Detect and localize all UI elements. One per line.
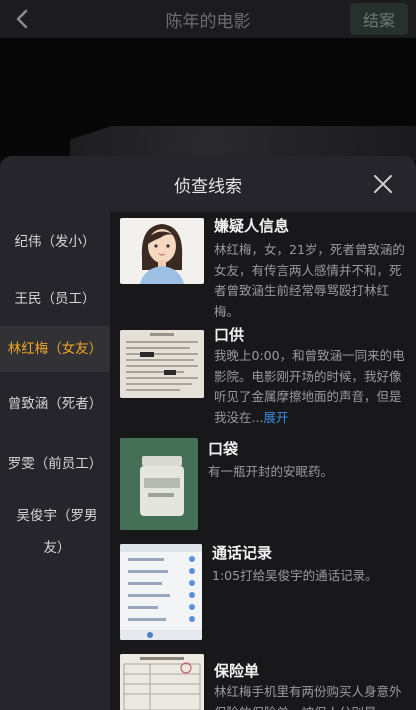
sidebar-item-wujunyu[interactable]: 吴俊宇（罗男友） [0,492,110,574]
clue-title: 口袋 [208,440,239,458]
clue-card[interactable]: 嫌疑人信息 林红梅，女，21岁，死者曾致涵的女友，有传言两人感情并不和，死者曾致… [120,217,410,319]
expand-link[interactable]: 展开 [263,410,288,425]
clue-description: 有一瓶开封的安眠药。 [208,464,334,479]
clue-title: 口供 [214,326,245,344]
scene-background [0,38,416,160]
sidebar-item-label: 吴俊宇（罗男友） [16,508,98,556]
sidebar-item-label: 纪伟（发小） [14,233,96,250]
close-icon [374,175,392,193]
sidebar-item-label: 王民（员工） [14,290,96,307]
sidebar-item-linhongmei[interactable]: 林红梅（女友） [0,326,110,372]
scene-wall [70,126,416,160]
insurance-form-image [120,654,204,710]
clue-card[interactable]: 通话记录 1:05打给吴俊宇的通话记录。 [120,544,410,644]
pill-bottle-image [120,438,198,530]
panel-title: 侦查线索 [174,176,242,197]
sidebar-item-luowen[interactable]: 罗雯（前员工） [0,436,110,492]
clue-title: 通话记录 [212,544,273,562]
sidebar-item-zengzhihan[interactable]: 曾致涵（死者） [0,372,110,436]
phone-call-log-image [120,544,202,640]
panel-header: 侦查线索 [0,156,416,212]
sidebar-item-wangmin[interactable]: 王民（员工） [0,271,110,326]
clue-card[interactable]: 保险单 林红梅手机里有两份购买人身意外保险的保险单，被保人分别是 [120,654,410,710]
top-bar: 陈年的电影 结案 [0,0,416,38]
handwritten-statement-image [120,330,204,398]
clue-description: 林红梅，女，21岁，死者曾致涵的女友，有传言两人感情并不和，死者曾致涵生前经常辱… [214,242,405,319]
sidebar-item-jiwei[interactable]: 纪伟（发小） [0,212,110,271]
close-case-button[interactable]: 结案 [350,3,408,35]
clue-title: 保险单 [214,662,260,680]
clue-description: 林红梅手机里有两份购买人身意外保险的保险单，被保人分别是 [214,684,402,710]
clues-panel: 侦查线索 纪伟（发小） 王民（员工） 林红梅（女友） 曾致涵（死者） 罗雯（前员… [0,156,416,710]
woman-portrait-image [120,218,204,284]
suspect-sidebar: 纪伟（发小） 王民（员工） 林红梅（女友） 曾致涵（死者） 罗雯（前员工） 吴俊… [0,212,110,710]
page-title: 陈年的电影 [165,11,251,32]
clue-title: 嫌疑人信息 [214,217,290,235]
chevron-left-icon [16,9,28,29]
clue-description: 1:05打给吴俊宇的通话记录。 [212,568,378,583]
back-button[interactable] [10,5,34,33]
clue-list: 嫌疑人信息 林红梅，女，21岁，死者曾致涵的女友，有传言两人感情并不和，死者曾致… [110,212,416,710]
sidebar-item-label: 林红梅（女友） [7,341,103,357]
clue-description-text: 我晚上0:00，和曾致涵一同来的电影院。电影刚开场的时候，我好像听见了金属摩擦地… [214,348,405,425]
sidebar-item-label: 罗雯（前员工） [7,456,103,472]
clue-card[interactable]: 口袋 有一瓶开封的安眠药。 [120,438,410,538]
close-button[interactable] [372,173,394,195]
clue-card[interactable]: 口供 我晚上0:00，和曾致涵一同来的电影院。电影刚开场的时候，我好像听见了金属… [120,326,410,436]
sidebar-item-label: 曾致涵（死者） [7,396,103,412]
clue-description: 我晚上0:00，和曾致涵一同来的电影院。电影刚开场的时候，我好像听见了金属摩擦地… [214,346,410,428]
